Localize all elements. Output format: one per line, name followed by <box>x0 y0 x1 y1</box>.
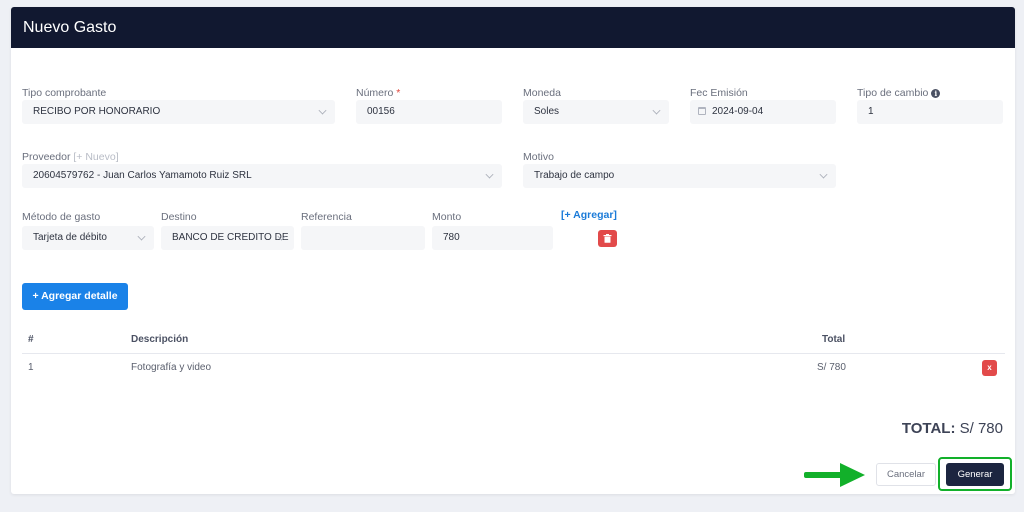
destino-value: BANCO DE CREDITO DE <box>172 232 289 243</box>
destino-label: Destino <box>161 211 197 223</box>
new-provider-link[interactable]: [+ Nuevo] <box>73 151 118 163</box>
monto-value: 780 <box>443 232 460 243</box>
fec-emision-input[interactable]: 2024-09-04 <box>690 100 836 124</box>
tipo-comprobante-label: Tipo comprobante <box>22 87 107 99</box>
calendar-icon <box>698 107 706 115</box>
proveedor-value: 20604579762 - Juan Carlos Yamamoto Ruiz … <box>33 170 252 181</box>
moneda-select[interactable]: Soles <box>523 100 669 124</box>
numero-value: 00156 <box>367 106 395 117</box>
table-divider <box>22 353 1005 354</box>
proveedor-label: Proveedor [+ Nuevo] <box>22 151 119 163</box>
referencia-input[interactable] <box>301 226 425 250</box>
proveedor-select[interactable]: 20604579762 - Juan Carlos Yamamoto Ruiz … <box>22 164 502 188</box>
metodo-select[interactable]: Tarjeta de débito <box>22 226 154 250</box>
chevron-down-icon <box>485 170 494 179</box>
row-num: 1 <box>28 362 34 373</box>
add-payment-link[interactable]: [+ Agregar] <box>561 209 617 221</box>
row-total: S/ 780 <box>817 362 846 373</box>
tipo-cambio-label: Tipo de cambio i <box>857 87 941 99</box>
motivo-label: Motivo <box>523 151 554 163</box>
delete-row-button[interactable]: x <box>982 360 997 376</box>
chevron-down-icon <box>137 232 146 241</box>
referencia-label: Referencia <box>301 211 352 223</box>
motivo-select[interactable]: Trabajo de campo <box>523 164 836 188</box>
info-icon[interactable]: i <box>931 89 941 98</box>
tipo-cambio-value: 1 <box>868 106 874 117</box>
numero-input[interactable]: 00156 <box>356 100 502 124</box>
column-header-num: # <box>28 334 34 345</box>
total-summary: TOTAL: S/ 780 <box>902 420 1003 437</box>
motivo-value: Trabajo de campo <box>534 170 615 181</box>
cancel-button[interactable]: Cancelar <box>876 463 936 486</box>
new-expense-modal: Nuevo Gasto <box>11 7 1015 494</box>
monto-input[interactable]: 780 <box>432 226 553 250</box>
fec-emision-label: Fec Emisión <box>690 87 748 99</box>
total-value: S/ 780 <box>959 420 1003 437</box>
tipo-comprobante-select[interactable]: RECIBO POR HONORARIO <box>22 100 335 124</box>
trash-icon <box>603 234 612 243</box>
column-header-total: Total <box>822 334 846 345</box>
tipo-cambio-input[interactable]: 1 <box>857 100 1003 124</box>
chevron-down-icon <box>819 170 828 179</box>
required-mark: * <box>396 87 401 99</box>
row-description: Fotografía y video <box>131 362 212 373</box>
monto-label: Monto <box>432 211 462 223</box>
add-detail-button[interactable]: + Agregar detalle <box>22 283 128 310</box>
metodo-value: Tarjeta de débito <box>33 232 107 243</box>
tipo-comprobante-value: RECIBO POR HONORARIO <box>33 106 161 117</box>
modal-title: Nuevo Gasto <box>23 19 117 36</box>
moneda-label: Moneda <box>523 87 561 99</box>
numero-label: Número * <box>356 87 401 99</box>
metodo-label: Método de gasto <box>22 211 101 223</box>
generate-button[interactable]: Generar <box>946 463 1004 486</box>
fec-emision-value: 2024-09-04 <box>712 106 764 117</box>
moneda-value: Soles <box>534 106 560 117</box>
column-header-description: Descripción <box>131 334 189 345</box>
delete-payment-button[interactable] <box>598 230 617 247</box>
arrow-right-icon <box>804 463 865 487</box>
total-label: TOTAL: <box>901 420 956 437</box>
modal-header: Nuevo Gasto <box>11 7 1015 48</box>
chevron-down-icon <box>652 106 661 115</box>
chevron-down-icon <box>318 106 327 115</box>
destino-select[interactable]: BANCO DE CREDITO DE <box>161 226 294 250</box>
